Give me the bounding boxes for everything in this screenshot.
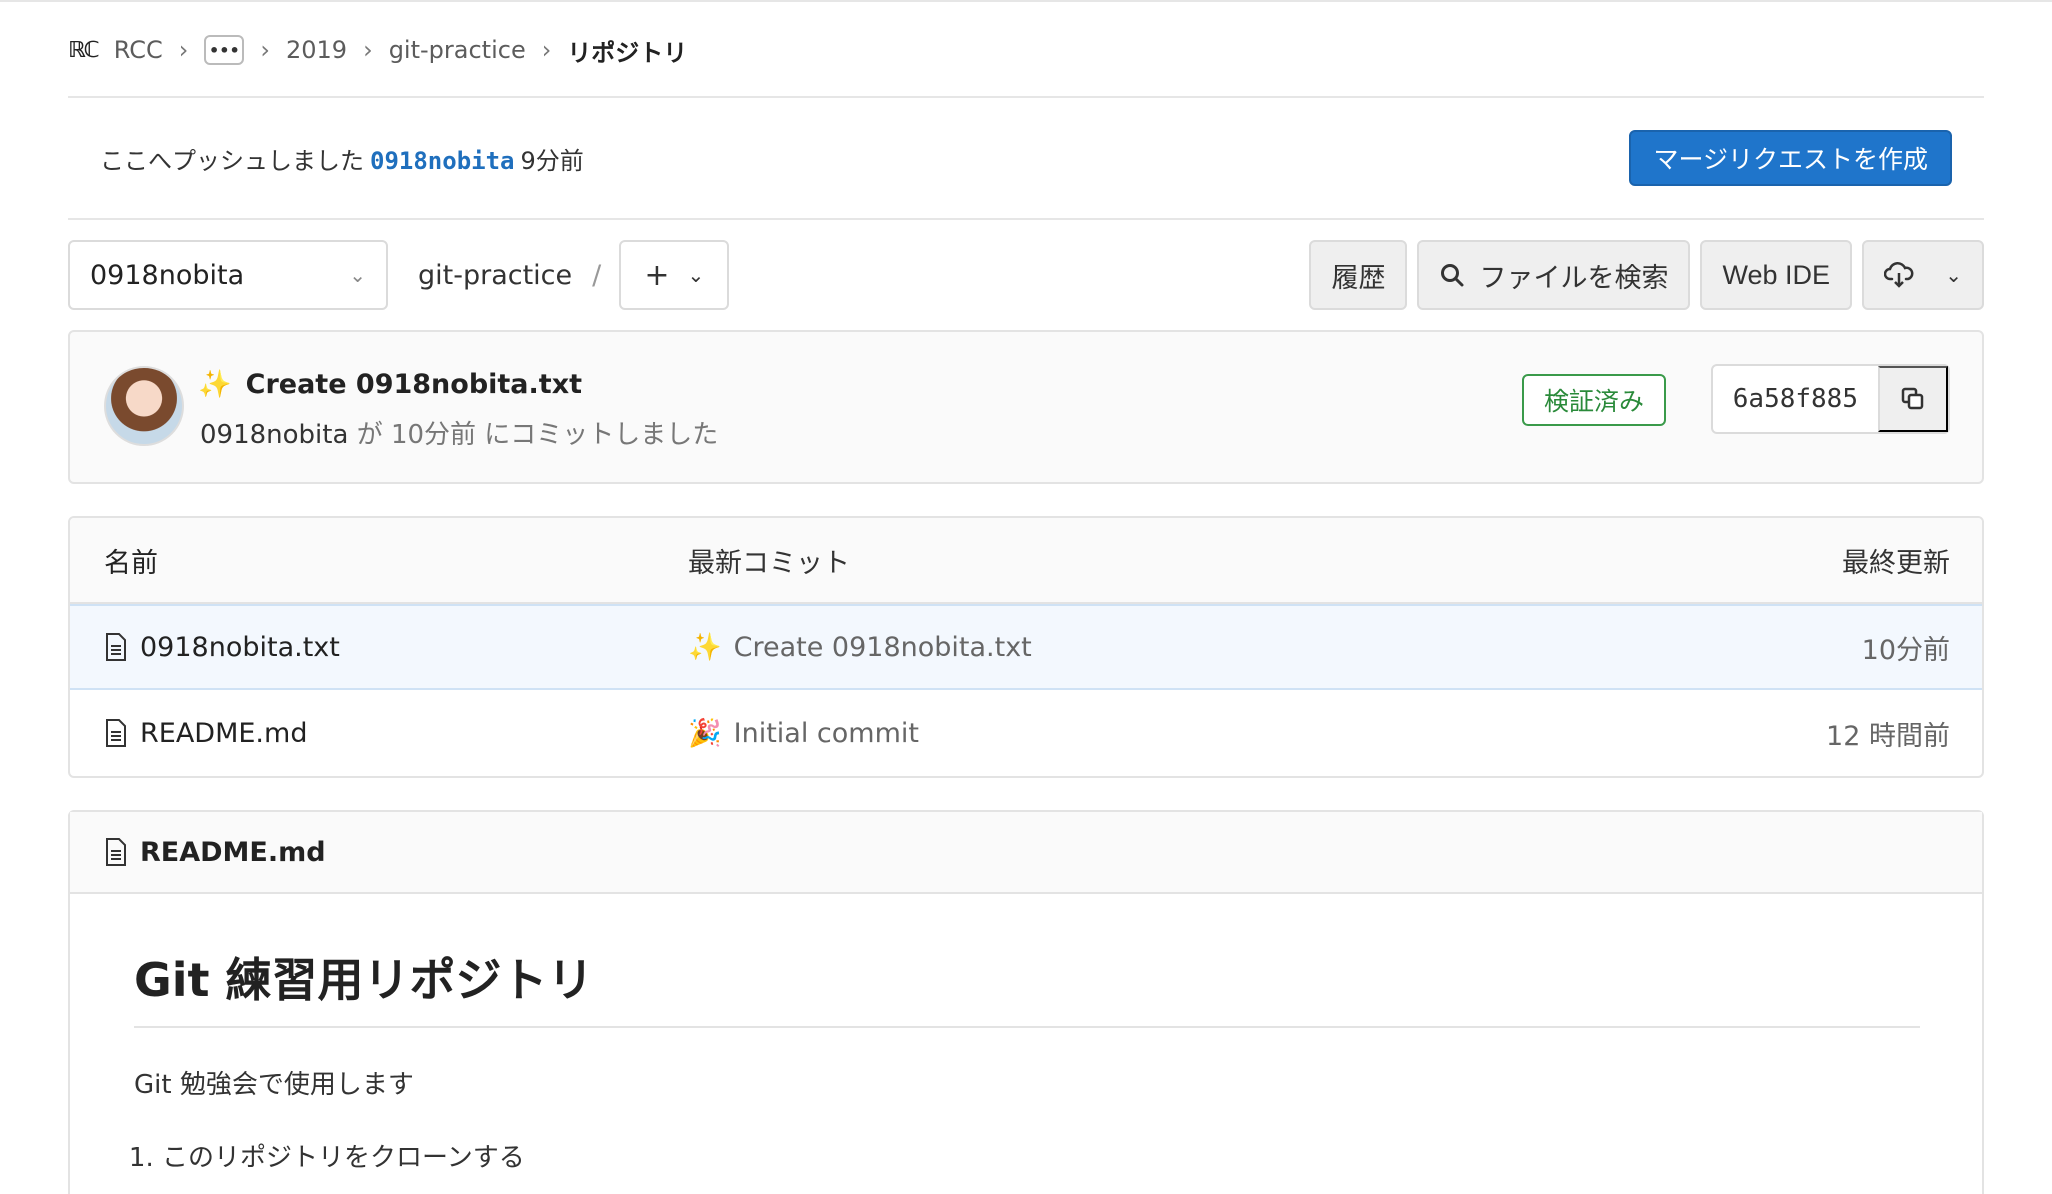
sparkles-icon: ✨	[688, 632, 722, 663]
file-name: README.md	[140, 717, 308, 749]
file-date: 12 時間前	[1826, 720, 1950, 752]
readme-paragraph: Git 勉強会で使用します	[134, 1070, 414, 1100]
last-commit-panel: ✨ Create 0918nobita.txt 0918nobita が 10分…	[68, 330, 1984, 484]
divider	[68, 218, 1984, 220]
push-banner: ここへプッシュしました 0918nobita 9分前 マージリクエストを作成	[68, 98, 1984, 218]
commit-title[interactable]: ✨ Create 0918nobita.txt	[198, 368, 583, 401]
file-name-cell[interactable]: 0918nobita.txt	[104, 632, 340, 663]
push-time: 9分前	[520, 146, 584, 175]
commit-author-link[interactable]: 0918nobita	[200, 420, 348, 450]
group-logo-icon[interactable]: ℝℂ	[68, 38, 100, 63]
toolbar-actions: 履歴 ファイルを検索 Web IDE ⌄	[1309, 240, 1984, 310]
file-date: 10分前	[1861, 634, 1950, 666]
header-name: 名前	[104, 547, 158, 579]
commit-sha-group: 6a58f885	[1710, 364, 1950, 434]
commit-meta-text: が 10分前 にコミットしました	[356, 420, 719, 450]
breadcrumb-project[interactable]: git-practice	[389, 36, 526, 64]
add-file-dropdown-button[interactable]: + ⌄	[619, 240, 730, 310]
header-last-commit: 最新コミット	[688, 547, 850, 579]
chevron-right-icon: ›	[260, 36, 270, 64]
party-popper-icon: 🎉	[688, 718, 722, 749]
table-row[interactable]: README.md 🎉 Initial commit 12 時間前	[70, 690, 1982, 776]
copy-sha-button[interactable]	[1878, 366, 1948, 432]
plus-icon: +	[644, 257, 670, 293]
readme-filename-link[interactable]: README.md	[140, 837, 326, 868]
chevron-right-icon: ›	[363, 36, 373, 64]
copy-icon	[1901, 387, 1924, 410]
file-icon	[106, 719, 126, 747]
search-icon	[1441, 264, 1464, 287]
file-icon	[106, 838, 126, 866]
readme-list: このリポジトリをクローンする	[134, 1137, 1920, 1174]
branch-dropdown[interactable]: 0918nobita ⌄	[68, 240, 388, 310]
readme-header: README.md	[70, 812, 1982, 894]
path-separator: /	[592, 259, 602, 291]
chevron-right-icon: ›	[541, 36, 552, 64]
list-item: このリポジトリをクローンする	[162, 1137, 1920, 1174]
download-dropdown-button[interactable]: ⌄	[1862, 240, 1984, 310]
table-header: 名前 最新コミット 最終更新	[70, 518, 1982, 604]
table-row[interactable]: 0918nobita.txt ✨ Create 0918nobita.txt 1…	[70, 604, 1982, 690]
chevron-right-icon: ›	[178, 36, 189, 64]
file-table: 名前 最新コミット 最終更新 0918nobita.txt ✨ Create 0…	[68, 516, 1984, 778]
file-name-cell[interactable]: README.md	[104, 718, 307, 749]
commit-sha-link[interactable]: 6a58f885	[1713, 366, 1878, 432]
find-file-label: ファイルを検索	[1479, 262, 1669, 293]
breadcrumb-more-button[interactable]: •••	[204, 35, 245, 65]
breadcrumb: ℝℂ RCC › ••• › 2019 › git-practice › リポジ…	[68, 30, 687, 70]
push-prefix: ここへプッシュしました	[100, 146, 364, 175]
commit-meta: 0918nobita が 10分前 にコミットしました	[200, 414, 718, 451]
file-icon	[106, 633, 126, 661]
file-commit-cell[interactable]: 🎉 Initial commit	[688, 717, 919, 750]
chevron-down-icon: ⌄	[687, 263, 705, 287]
verified-badge[interactable]: 検証済み	[1521, 374, 1666, 426]
web-ide-button[interactable]: Web IDE	[1700, 240, 1852, 310]
breadcrumb-year[interactable]: 2019	[286, 36, 347, 64]
chevron-down-icon: ⌄	[349, 263, 366, 287]
file-commit-cell[interactable]: ✨ Create 0918nobita.txt	[688, 631, 1032, 664]
find-file-button[interactable]: ファイルを検索	[1417, 240, 1691, 310]
avatar[interactable]	[104, 366, 184, 446]
history-button[interactable]: 履歴	[1309, 240, 1408, 310]
commit-title-text: Create 0918nobita.txt	[245, 368, 583, 400]
file-commit-message: Create 0918nobita.txt	[733, 631, 1032, 663]
breadcrumb-current[interactable]: リポジトリ	[567, 33, 687, 68]
create-merge-request-button[interactable]: マージリクエストを作成	[1629, 130, 1952, 186]
readme-content: Git 練習用リポジトリ Git 勉強会で使用します このリポジトリをクローンす…	[70, 894, 1982, 1174]
repo-toolbar: 0918nobita ⌄ git-practice / + ⌄ 履歴 ファイルを…	[68, 240, 1984, 310]
readme-panel: README.md Git 練習用リポジトリ Git 勉強会で使用します このリ…	[68, 810, 1984, 1194]
file-name: 0918nobita.txt	[140, 631, 340, 663]
chevron-down-icon: ⌄	[1945, 264, 1962, 287]
readme-heading: Git 練習用リポジトリ	[134, 944, 1920, 1028]
file-commit-message: Initial commit	[733, 717, 919, 749]
header-last-update: 最終更新	[1842, 547, 1950, 579]
cloud-download-icon	[1884, 262, 1914, 288]
pushed-branch-link[interactable]: 0918nobita	[370, 147, 515, 175]
sparkles-icon: ✨	[198, 369, 232, 400]
repo-path-link[interactable]: git-practice	[418, 260, 572, 291]
branch-dropdown-value: 0918nobita	[90, 259, 245, 291]
push-message: ここへプッシュしました 0918nobita 9分前	[100, 141, 584, 176]
breadcrumb-group[interactable]: RCC	[114, 36, 163, 64]
page: ℝℂ RCC › ••• › 2019 › git-practice › リポジ…	[0, 0, 2052, 1194]
